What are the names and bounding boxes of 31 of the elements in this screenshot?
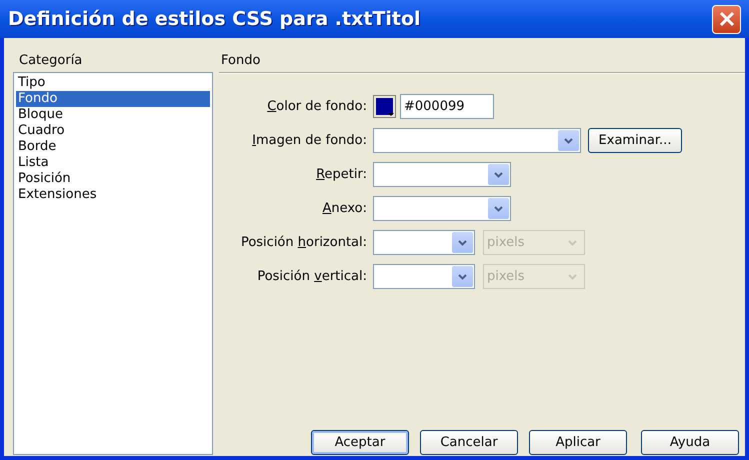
close-icon [718, 11, 734, 27]
category-item[interactable]: Tipo [16, 75, 210, 91]
dropdown-field[interactable] [373, 230, 475, 255]
category-item[interactable]: Bloque [16, 107, 210, 123]
dialog-button[interactable]: Aceptar [311, 430, 409, 455]
category-item[interactable]: Cuadro [16, 123, 210, 139]
field-label: Repetir: [315, 166, 367, 184]
dialog-button[interactable]: Cancelar [420, 430, 518, 455]
close-button[interactable] [712, 4, 741, 34]
dropdown-field[interactable] [373, 128, 581, 153]
category-item[interactable]: Borde [16, 139, 210, 155]
browse-button[interactable]: Examinar... [588, 128, 682, 153]
field-label: Color de fondo: [266, 98, 367, 116]
dropdown-field[interactable] [373, 196, 511, 221]
section-heading: Fondo [220, 52, 262, 70]
field-label: Anexo: [321, 200, 367, 218]
category-item[interactable]: Posición [16, 171, 210, 187]
dialog-button[interactable]: Aplicar [529, 430, 627, 455]
category-item[interactable]: Extensiones [16, 187, 210, 203]
window-title: Definición de estilos CSS para .txtTitol [8, 6, 421, 32]
field-label: Posición vertical: [256, 268, 367, 286]
category-heading: Categoría [18, 52, 84, 70]
dialog-button[interactable]: Ayuda [641, 430, 739, 455]
dropdown-field[interactable] [373, 162, 511, 187]
category-item[interactable]: Fondo [16, 91, 210, 107]
field-label: Posición horizontal: [240, 234, 367, 252]
color-swatch[interactable] [373, 95, 396, 118]
field-label: Imagen de fondo: [251, 132, 367, 150]
dropdown-field[interactable] [373, 264, 475, 289]
color-value-field[interactable]: #000099 [400, 94, 494, 119]
category-item[interactable]: Lista [16, 155, 210, 171]
